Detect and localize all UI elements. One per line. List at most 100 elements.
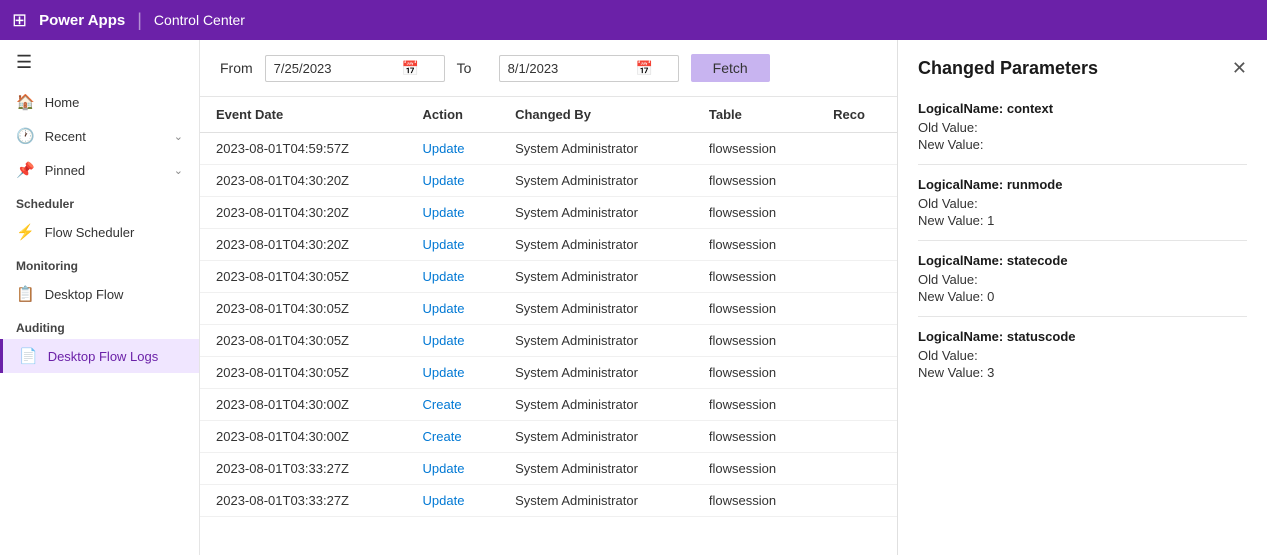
cell-table: flowsession bbox=[693, 261, 817, 293]
cell-reco bbox=[817, 485, 897, 517]
cell-changed-by: System Administrator bbox=[499, 389, 693, 421]
main-layout: ☰ 🏠 Home 🕐 Recent ⌄ 📌 Pinned ⌄ Scheduler… bbox=[0, 40, 1267, 555]
table-row: 2023-08-01T04:30:20ZUpdateSystem Adminis… bbox=[200, 165, 897, 197]
monitoring-section-label: Monitoring bbox=[0, 249, 199, 277]
from-label: From bbox=[220, 60, 253, 76]
cell-action[interactable]: Update bbox=[407, 357, 500, 389]
cell-changed-by: System Administrator bbox=[499, 133, 693, 165]
cell-changed-by: System Administrator bbox=[499, 229, 693, 261]
param-old-value: Old Value: bbox=[918, 196, 1247, 211]
to-date-input[interactable]: 📅 bbox=[499, 55, 679, 82]
table-row: 2023-08-01T04:30:20ZUpdateSystem Adminis… bbox=[200, 197, 897, 229]
cell-action[interactable]: Update bbox=[407, 325, 500, 357]
cell-event-date: 2023-08-01T04:30:20Z bbox=[200, 165, 407, 197]
cell-action[interactable]: Update bbox=[407, 293, 500, 325]
sidebar-item-desktop-flow-logs[interactable]: 📄 Desktop Flow Logs bbox=[0, 339, 199, 373]
table-row: 2023-08-01T04:30:20ZUpdateSystem Adminis… bbox=[200, 229, 897, 261]
cell-reco bbox=[817, 133, 897, 165]
cell-action[interactable]: Create bbox=[407, 389, 500, 421]
cell-reco bbox=[817, 389, 897, 421]
param-old-value: Old Value: bbox=[918, 272, 1247, 287]
topbar-divider: | bbox=[137, 10, 142, 31]
data-table-wrapper: Event Date Action Changed By Table Reco … bbox=[200, 97, 897, 555]
fetch-button[interactable]: Fetch bbox=[691, 54, 770, 82]
to-date-field[interactable] bbox=[508, 61, 628, 76]
cell-event-date: 2023-08-01T04:30:00Z bbox=[200, 421, 407, 453]
filter-bar: From 📅 To 📅 Fetch bbox=[200, 40, 897, 97]
sidebar-item-label: Desktop Flow bbox=[45, 287, 124, 302]
app-name: Power Apps bbox=[39, 12, 125, 29]
param-new-value: New Value: bbox=[918, 137, 1247, 152]
table-row: 2023-08-01T04:30:05ZUpdateSystem Adminis… bbox=[200, 261, 897, 293]
cell-changed-by: System Administrator bbox=[499, 485, 693, 517]
cell-reco bbox=[817, 453, 897, 485]
cell-changed-by: System Administrator bbox=[499, 293, 693, 325]
cell-event-date: 2023-08-01T04:30:05Z bbox=[200, 261, 407, 293]
col-table: Table bbox=[693, 97, 817, 133]
topbar: ⊞ Power Apps | Control Center bbox=[0, 0, 1267, 40]
desktop-flow-logs-icon: 📄 bbox=[19, 347, 38, 365]
cell-table: flowsession bbox=[693, 197, 817, 229]
param-group: LogicalName: statuscodeOld Value:New Val… bbox=[918, 317, 1247, 392]
from-date-field[interactable] bbox=[274, 61, 394, 76]
cell-action[interactable]: Update bbox=[407, 261, 500, 293]
chevron-down-icon: ⌄ bbox=[174, 164, 183, 177]
cell-action[interactable]: Update bbox=[407, 453, 500, 485]
to-calendar-icon[interactable]: 📅 bbox=[636, 60, 653, 77]
param-group: LogicalName: runmode Old Value: New Value:… bbox=[918, 165, 1247, 241]
cell-table: flowsession bbox=[693, 421, 817, 453]
cell-table: flowsession bbox=[693, 229, 817, 261]
sidebar-item-recent[interactable]: 🕐 Recent ⌄ bbox=[0, 119, 199, 153]
desktop-flow-icon: 📋 bbox=[16, 285, 35, 303]
content-area: From 📅 To 📅 Fetch Event Date Action Chan… bbox=[200, 40, 897, 555]
cell-changed-by: System Administrator bbox=[499, 453, 693, 485]
cell-action[interactable]: Update bbox=[407, 133, 500, 165]
cell-action[interactable]: Create bbox=[407, 421, 500, 453]
scheduler-section-label: Scheduler bbox=[0, 187, 199, 215]
col-action: Action bbox=[407, 97, 500, 133]
pin-icon: 📌 bbox=[16, 161, 35, 179]
sidebar-item-label: Pinned bbox=[45, 163, 85, 178]
cell-action[interactable]: Update bbox=[407, 485, 500, 517]
cell-action[interactable]: Update bbox=[407, 229, 500, 261]
cell-changed-by: System Administrator bbox=[499, 325, 693, 357]
from-date-input[interactable]: 📅 bbox=[265, 55, 445, 82]
sidebar-item-label: Desktop Flow Logs bbox=[48, 349, 159, 364]
flow-scheduler-icon: ⚡ bbox=[16, 223, 35, 241]
cell-changed-by: System Administrator bbox=[499, 421, 693, 453]
cell-reco bbox=[817, 197, 897, 229]
cell-event-date: 2023-08-01T04:30:20Z bbox=[200, 229, 407, 261]
col-reco: Reco bbox=[817, 97, 897, 133]
sidebar-item-home[interactable]: 🏠 Home bbox=[0, 85, 199, 119]
cell-action[interactable]: Update bbox=[407, 165, 500, 197]
table-row: 2023-08-01T04:30:05ZUpdateSystem Adminis… bbox=[200, 325, 897, 357]
cell-table: flowsession bbox=[693, 165, 817, 197]
cell-table: flowsession bbox=[693, 389, 817, 421]
cell-action[interactable]: Update bbox=[407, 197, 500, 229]
cell-changed-by: System Administrator bbox=[499, 357, 693, 389]
sidebar-item-desktop-flow[interactable]: 📋 Desktop Flow bbox=[0, 277, 199, 311]
sidebar: ☰ 🏠 Home 🕐 Recent ⌄ 📌 Pinned ⌄ Scheduler… bbox=[0, 40, 200, 555]
table-row: 2023-08-01T04:30:00ZCreateSystem Adminis… bbox=[200, 421, 897, 453]
cell-event-date: 2023-08-01T04:30:20Z bbox=[200, 197, 407, 229]
sidebar-item-flow-scheduler[interactable]: ⚡ Flow Scheduler bbox=[0, 215, 199, 249]
close-button[interactable]: ✕ bbox=[1232, 58, 1247, 79]
from-calendar-icon[interactable]: 📅 bbox=[402, 60, 419, 77]
param-new-value: New Value: 1 bbox=[918, 213, 1247, 228]
sidebar-item-label: Home bbox=[45, 95, 80, 110]
cell-table: flowsession bbox=[693, 357, 817, 389]
auditing-section-label: Auditing bbox=[0, 311, 199, 339]
param-logical-name: LogicalName: runmode bbox=[918, 177, 1247, 192]
panel-header: Changed Parameters ✕ bbox=[898, 40, 1267, 89]
param-new-value: New Value: 3 bbox=[918, 365, 1247, 380]
hamburger-icon[interactable]: ☰ bbox=[0, 40, 199, 85]
table-body: 2023-08-01T04:59:57ZUpdateSystem Adminis… bbox=[200, 133, 897, 517]
table-header: Event Date Action Changed By Table Reco bbox=[200, 97, 897, 133]
sidebar-item-pinned[interactable]: 📌 Pinned ⌄ bbox=[0, 153, 199, 187]
cell-reco bbox=[817, 229, 897, 261]
grid-icon[interactable]: ⊞ bbox=[12, 10, 27, 31]
right-panel: Changed Parameters ✕ LogicalName: contex… bbox=[897, 40, 1267, 555]
cell-event-date: 2023-08-01T04:30:05Z bbox=[200, 293, 407, 325]
cell-event-date: 2023-08-01T04:30:00Z bbox=[200, 389, 407, 421]
cell-table: flowsession bbox=[693, 325, 817, 357]
